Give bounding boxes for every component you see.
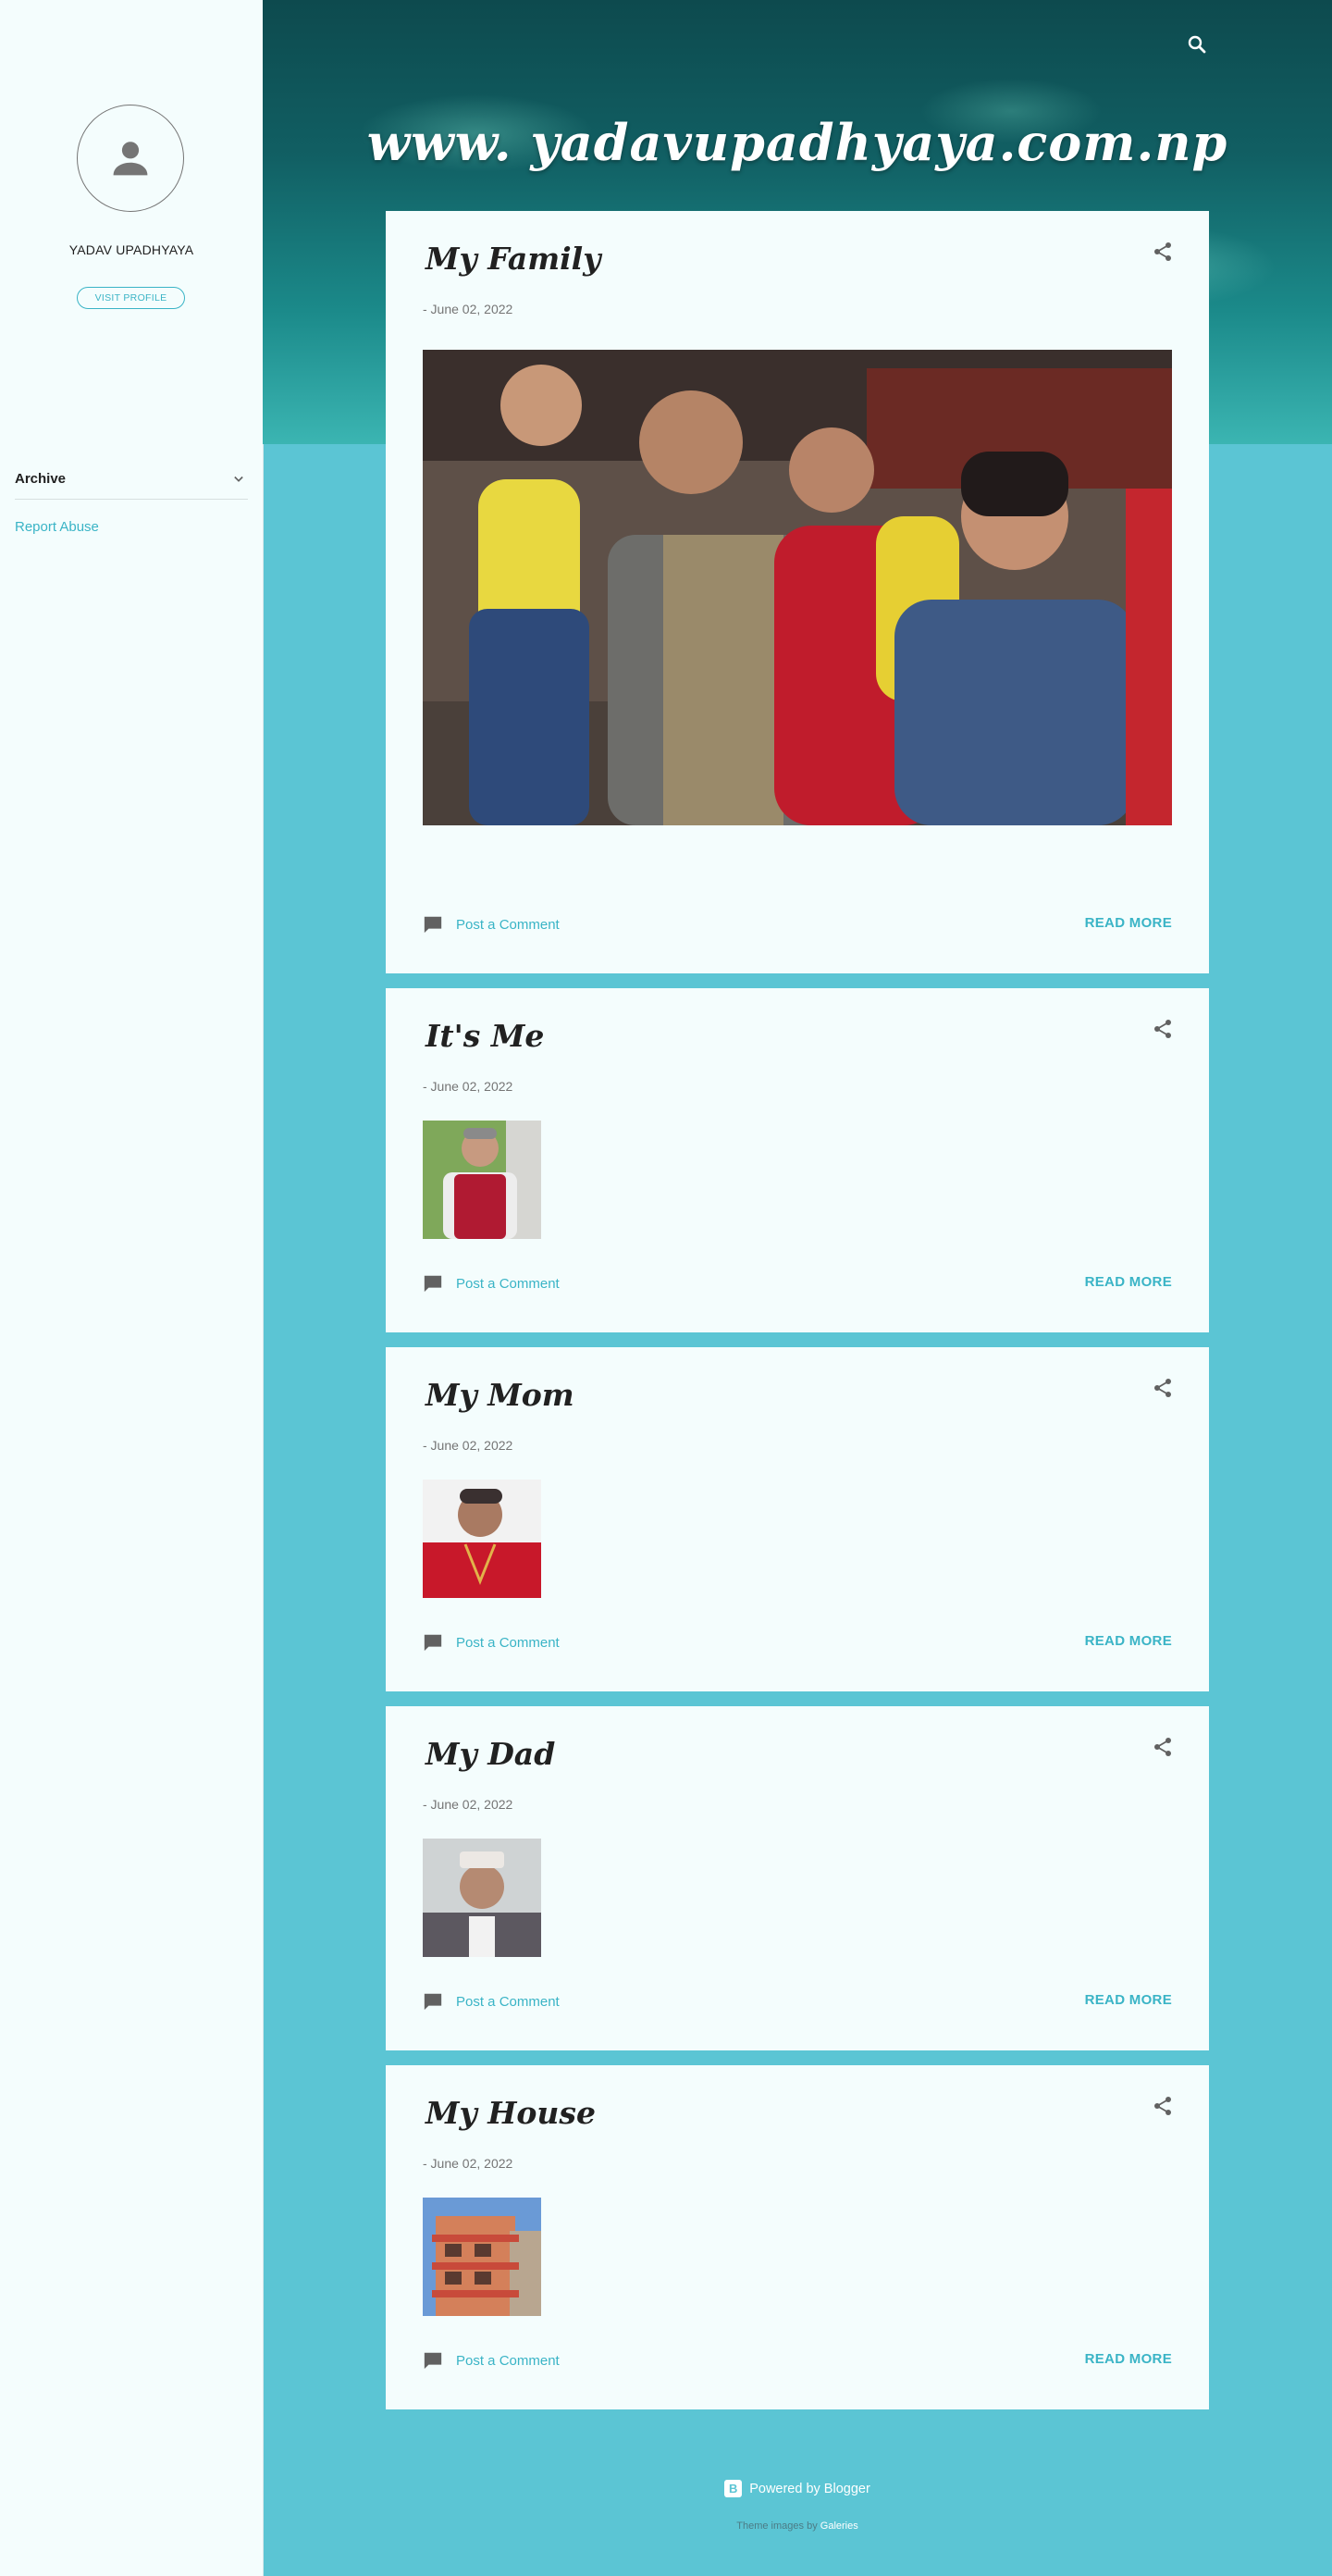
search-icon[interactable] [1186, 33, 1208, 60]
comment-icon [424, 2352, 442, 2370]
post-date: - June 02, 2022 [423, 1438, 513, 1453]
profile-avatar[interactable] [77, 105, 184, 212]
share-icon[interactable] [1152, 241, 1174, 267]
post-comment-link[interactable]: Post a Comment [423, 1632, 560, 1653]
blogger-icon: B [724, 2480, 743, 2497]
post-thumbnail[interactable] [423, 1839, 541, 1957]
post-card: My House - June 02, 2022 Post a Comment … [386, 2065, 1209, 2409]
powered-by-label: Powered by Blogger [749, 2481, 870, 2496]
comment-icon [424, 1993, 442, 2011]
comment-label: Post a Comment [456, 916, 560, 933]
post-title[interactable]: My House [426, 2095, 596, 2131]
read-more-link[interactable]: READ MORE [1085, 1633, 1172, 1649]
share-icon[interactable] [1152, 1018, 1174, 1045]
post-thumbnail[interactable] [423, 1121, 541, 1239]
share-icon[interactable] [1152, 2095, 1174, 2122]
theme-author-link[interactable]: Galeries [820, 2520, 858, 2532]
post-title[interactable]: My Mom [426, 1377, 574, 1413]
comment-label: Post a Comment [456, 1634, 560, 1651]
theme-credit: Theme images by Galeries [263, 2520, 1332, 2532]
post-date: - June 02, 2022 [423, 2156, 513, 2171]
read-more-link[interactable]: READ MORE [1085, 1992, 1172, 2008]
report-abuse-link[interactable]: Report Abuse [15, 519, 99, 535]
share-icon[interactable] [1152, 1736, 1174, 1763]
site-title[interactable]: www. yadavupadhyaya.com.np [263, 113, 1332, 172]
archive-label: Archive [15, 471, 67, 487]
post-comment-link[interactable]: Post a Comment [423, 1991, 560, 2012]
post-comment-link[interactable]: Post a Comment [423, 1273, 560, 1294]
comment-label: Post a Comment [456, 2352, 560, 2369]
read-more-link[interactable]: READ MORE [1085, 2351, 1172, 2367]
post-title[interactable]: My Dad [426, 1736, 555, 1772]
comment-label: Post a Comment [456, 1993, 560, 2010]
powered-by-blogger-link[interactable]: B Powered by Blogger [263, 2480, 1332, 2497]
comment-icon [424, 1275, 442, 1293]
theme-credit-prefix: Theme images by [736, 2520, 818, 2532]
post-comment-link[interactable]: Post a Comment [423, 2350, 560, 2371]
person-icon [113, 142, 148, 176]
post-card: My Mom - June 02, 2022 Post a Comment RE… [386, 1347, 1209, 1691]
post-card: My Family - June 02, 2022 Post a Comment [386, 211, 1209, 973]
chevron-down-icon [234, 476, 243, 482]
post-card: My Dad - June 02, 2022 Post a Comment RE… [386, 1706, 1209, 2050]
read-more-link[interactable]: READ MORE [1085, 915, 1172, 931]
post-title[interactable]: It's Me [426, 1018, 544, 1054]
family-photo[interactable] [423, 350, 1172, 825]
comment-icon [424, 1634, 442, 1652]
comment-icon [424, 916, 442, 934]
post-thumbnail[interactable] [423, 2198, 541, 2316]
post-date: - June 02, 2022 [423, 1797, 513, 1812]
post-comment-link[interactable]: Post a Comment [423, 914, 560, 935]
profile-name: YADAV UPADHYAYA [68, 242, 194, 257]
visit-profile-button[interactable]: VISIT PROFILE [77, 287, 185, 309]
post-title[interactable]: My Family [426, 241, 600, 277]
read-more-link[interactable]: READ MORE [1085, 1274, 1172, 1290]
post-date: - June 02, 2022 [423, 1079, 513, 1094]
post-thumbnail[interactable] [423, 1480, 541, 1598]
post-date: - June 02, 2022 [423, 302, 513, 316]
post-card: It's Me - June 02, 2022 Post a Comment R… [386, 988, 1209, 1332]
share-icon[interactable] [1152, 1377, 1174, 1404]
comment-label: Post a Comment [456, 1275, 560, 1292]
sidebar: YADAV UPADHYAYA VISIT PROFILE Archive Re… [0, 0, 264, 2576]
archive-toggle[interactable]: Archive [15, 459, 248, 500]
